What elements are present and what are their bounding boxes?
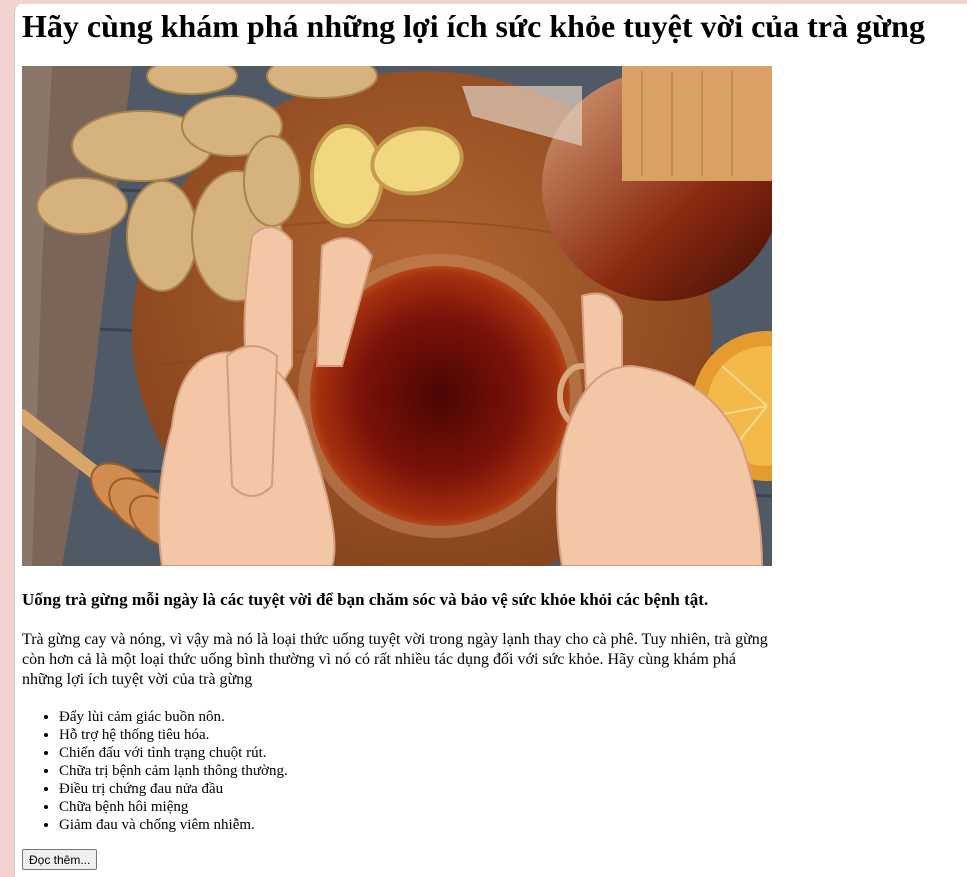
article-paragraph: Trà gừng cay và nóng, vì vậy mà nó là lo… — [22, 631, 768, 688]
benefits-list: Đẩy lùi cảm giác buồn nôn. Hỗ trợ hệ thố… — [22, 708, 288, 834]
list-item: Giảm đau và chống viêm nhiễm. — [59, 816, 288, 834]
list-item: Chữa bệnh hôi miệng — [59, 798, 288, 816]
list-item: Điều trị chứng đau nửa đầu — [59, 780, 288, 798]
list-item: Đẩy lùi cảm giác buồn nôn. — [59, 708, 288, 726]
article-title: Hãy cùng khám phá những lợi ích sức khỏe… — [22, 8, 925, 44]
list-item: Chiến đấu với tình trạng chuột rút. — [59, 744, 288, 762]
article-page: Hãy cùng khám phá những lợi ích sức khỏe… — [14, 4, 967, 877]
article-lead: Uống trà gừng mỗi ngày là các tuyệt vời … — [22, 590, 709, 609]
read-more-button[interactable]: Đọc thêm... — [22, 849, 98, 870]
list-item: Chữa trị bệnh cảm lạnh thông thường. — [59, 762, 288, 780]
list-item: Hỗ trợ hệ thống tiêu hóa. — [59, 726, 288, 744]
ginger-tea-image — [22, 66, 772, 566]
